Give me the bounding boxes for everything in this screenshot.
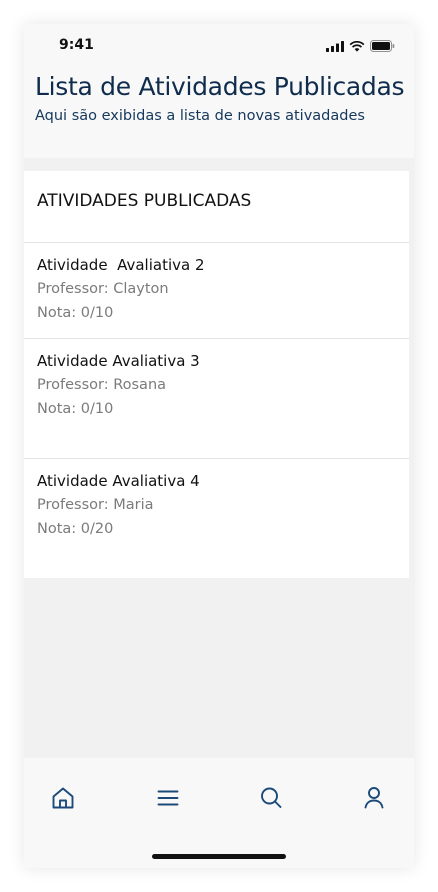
tab-bar bbox=[24, 758, 414, 868]
divider bbox=[24, 242, 409, 243]
page-title: Lista de Atividades Publicadas bbox=[35, 72, 405, 101]
tab-home[interactable] bbox=[49, 784, 77, 812]
activity-professor: Professor: Clayton bbox=[37, 281, 169, 297]
home-icon bbox=[49, 784, 77, 812]
tab-search[interactable] bbox=[257, 784, 285, 812]
activity-grade: Nota: 0/10 bbox=[37, 305, 114, 321]
activities-card: ATIVIDADES PUBLICADAS Atividade Avaliati… bbox=[24, 171, 409, 578]
page-header: Lista de Atividades Publicadas Aqui são … bbox=[24, 68, 414, 158]
activity-grade: Nota: 0/10 bbox=[37, 401, 114, 417]
wifi-icon bbox=[349, 37, 365, 56]
status-bar: 9:41 bbox=[24, 24, 414, 68]
status-icons bbox=[326, 39, 395, 52]
activity-item[interactable]: Atividade Avaliativa 2 Professor: Clayto… bbox=[37, 253, 205, 325]
activity-professor: Professor: Maria bbox=[37, 497, 154, 513]
activity-title: Atividade Avaliativa 2 bbox=[37, 256, 205, 274]
tab-profile[interactable] bbox=[360, 784, 388, 812]
user-icon bbox=[360, 784, 388, 812]
menu-icon bbox=[154, 784, 182, 812]
home-indicator bbox=[152, 854, 286, 859]
activity-grade: Nota: 0/20 bbox=[37, 521, 114, 537]
activity-title: Atividade Avaliativa 4 bbox=[37, 472, 200, 490]
signal-icon bbox=[326, 37, 344, 56]
status-time: 9:41 bbox=[59, 37, 94, 53]
divider bbox=[24, 338, 409, 339]
divider bbox=[24, 458, 409, 459]
activities-card-title: ATIVIDADES PUBLICADAS bbox=[37, 191, 252, 211]
battery-icon bbox=[370, 37, 395, 56]
tab-menu[interactable] bbox=[154, 784, 182, 812]
page-subtitle: Aqui são exibidas a lista de novas ativa… bbox=[35, 108, 365, 124]
activity-professor: Professor: Rosana bbox=[37, 377, 167, 393]
activity-item[interactable]: Atividade Avaliativa 4 Professor: Maria … bbox=[37, 469, 200, 541]
activity-item[interactable]: Atividade Avaliativa 3 Professor: Rosana… bbox=[37, 349, 200, 421]
search-icon bbox=[257, 784, 285, 812]
activity-title: Atividade Avaliativa 3 bbox=[37, 352, 200, 370]
phone-screen: 9:41 Lista de Atividades Publicadas Aqui… bbox=[24, 24, 414, 868]
